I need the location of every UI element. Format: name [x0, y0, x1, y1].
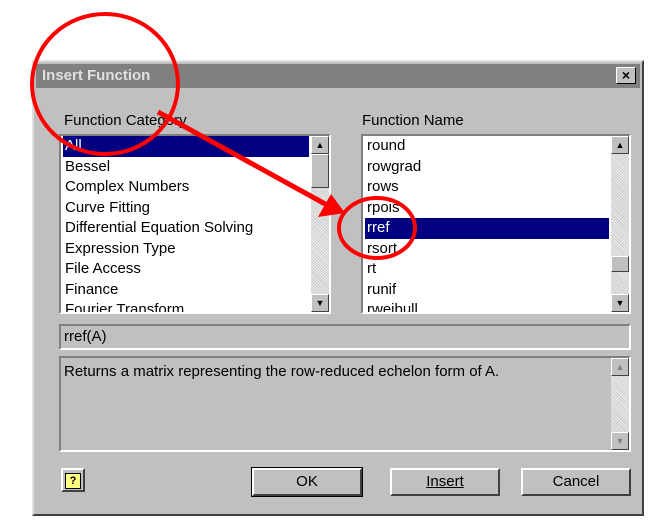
- category-list-item[interactable]: Complex Numbers: [63, 177, 309, 198]
- function-name-list-item[interactable]: round: [365, 136, 609, 157]
- category-list-item[interactable]: File Access: [63, 259, 309, 280]
- category-list-item[interactable]: Fourier Transform: [63, 300, 309, 312]
- help-button[interactable]: ?: [61, 468, 85, 492]
- function-name-scrollbar[interactable]: ▲ ▼: [611, 136, 629, 312]
- category-list-item[interactable]: Bessel: [63, 157, 309, 178]
- category-scroll-thumb[interactable]: [311, 154, 329, 188]
- description-scroll-up-button[interactable]: ▲: [611, 358, 629, 376]
- category-list-item[interactable]: Expression Type: [63, 239, 309, 260]
- signature-text: rref(A): [64, 328, 107, 345]
- function-name-list-item[interactable]: rpois: [365, 198, 609, 219]
- category-list-item[interactable]: All: [63, 136, 309, 157]
- function-scroll-thumb[interactable]: [611, 256, 629, 272]
- function-name-list-item[interactable]: rt: [365, 259, 609, 280]
- function-name-list-item[interactable]: rweibull: [365, 300, 609, 312]
- category-scrollbar[interactable]: ▲ ▼: [311, 136, 329, 312]
- category-list-item[interactable]: Finance: [63, 280, 309, 301]
- category-scroll-down-button[interactable]: ▼: [311, 294, 329, 312]
- description-scroll-down-button[interactable]: ▼: [611, 432, 629, 450]
- function-name-list-item[interactable]: runif: [365, 280, 609, 301]
- signature-field: rref(A): [59, 324, 631, 350]
- function-scroll-down-button[interactable]: ▼: [611, 294, 629, 312]
- insert-button-label: Insert: [426, 473, 464, 490]
- help-icon: ?: [65, 473, 81, 489]
- description-box: Returns a matrix representing the row-re…: [59, 356, 631, 452]
- ok-button[interactable]: OK: [251, 467, 363, 497]
- insert-button[interactable]: Insert: [390, 468, 500, 496]
- category-items: All Bessel Complex Numbers Curve Fitting Dif…: [63, 136, 309, 312]
- category-scroll-up-button[interactable]: ▲: [311, 136, 329, 154]
- window-title: Insert Function: [42, 67, 151, 84]
- title-bar[interactable]: Insert Function ×: [36, 64, 640, 88]
- function-category-list[interactable]: All Bessel Complex Numbers Curve Fitting Dif…: [59, 134, 331, 314]
- function-name-list-item[interactable]: rowgrad: [365, 157, 609, 178]
- category-list-item[interactable]: Curve Fitting: [63, 198, 309, 219]
- category-list-item[interactable]: Differential Equation Solving: [63, 218, 309, 239]
- function-name-list-item[interactable]: rsort: [365, 239, 609, 260]
- function-name-list-item[interactable]: rows: [365, 177, 609, 198]
- description-scrollbar[interactable]: ▲ ▼: [611, 358, 629, 450]
- function-category-label: Function Category: [64, 112, 187, 129]
- insert-function-dialog: Insert Function × Function Category Func…: [32, 60, 644, 516]
- function-name-list[interactable]: round rowgrad rows rpois rref rsort rt runif rwe…: [361, 134, 631, 314]
- function-scroll-up-button[interactable]: ▲: [611, 136, 629, 154]
- close-button[interactable]: ×: [616, 67, 636, 84]
- function-name-items: round rowgrad rows rpois rref rsort rt runif rwe…: [365, 136, 609, 312]
- description-text: Returns a matrix representing the row-re…: [64, 363, 500, 380]
- function-name-label: Function Name: [362, 112, 464, 129]
- function-name-list-item[interactable]: rref: [365, 218, 609, 239]
- cancel-button[interactable]: Cancel: [521, 468, 631, 496]
